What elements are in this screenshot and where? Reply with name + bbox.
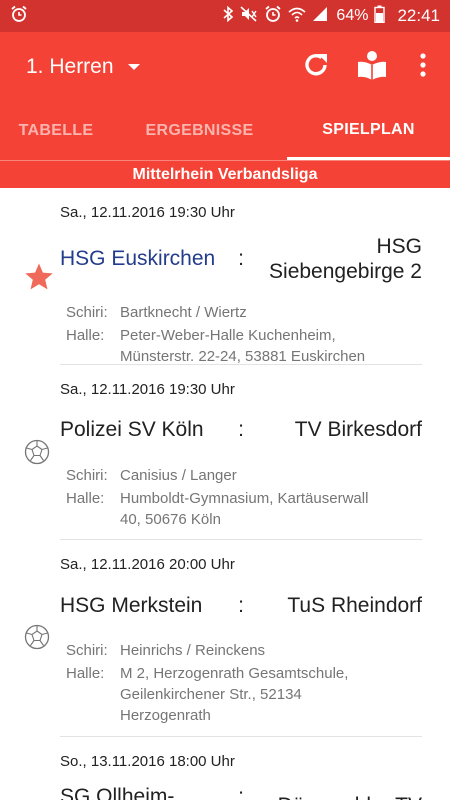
status-bar: 64% 22:41 xyxy=(0,0,450,32)
match-date: Sa., 12.11.2016 20:00 Uhr xyxy=(60,556,235,573)
tab-spielplan[interactable]: SPIELPLAN xyxy=(287,102,450,160)
score-separator: : xyxy=(238,247,244,270)
match-date: Sa., 12.11.2016 19:30 Uhr xyxy=(60,381,235,398)
referee-row: Schiri: Canisius / Langer xyxy=(60,465,422,486)
refresh-button[interactable] xyxy=(288,39,344,95)
more-options-button[interactable] xyxy=(400,39,446,95)
refresh-icon xyxy=(301,50,331,85)
match-item[interactable]: Sa., 12.11.2016 19:30 Uhr HSG Euskirchen… xyxy=(25,188,422,367)
score-separator: : xyxy=(238,785,244,800)
star-icon[interactable] xyxy=(24,262,54,297)
hall-address: Humboldt-Gymnasium, Kartäuserwall 40, 50… xyxy=(120,490,369,528)
hall-address: M 2, Herzogenrath Gesamtschule, Geilenki… xyxy=(120,665,349,724)
battery-icon xyxy=(374,5,386,27)
referee-label: Schiri: xyxy=(66,304,108,321)
alarm-icon xyxy=(10,5,28,27)
app-bar: 1. Herren xyxy=(0,32,450,102)
team-name: 1. Herren xyxy=(26,55,114,78)
away-team: HSG Siebengebirge 2 xyxy=(256,234,422,284)
tab-bar: TABELLE ERGEBNISSE SPIELPLAN xyxy=(0,102,450,160)
match-date: So., 13.11.2016 18:00 Uhr xyxy=(60,753,235,770)
match-list[interactable]: Sa., 12.11.2016 19:30 Uhr HSG Euskirchen… xyxy=(0,188,450,800)
home-team: HSG Merkstein xyxy=(60,594,203,617)
away-team: TV Birkesdorf xyxy=(294,418,422,441)
bluetooth-icon xyxy=(222,5,234,27)
hall-row: Halle: Humboldt-Gymnasium, Kartäuserwall… xyxy=(60,488,422,530)
battery-percentage: 64% xyxy=(336,7,369,24)
team-selector[interactable]: 1. Herren xyxy=(26,55,140,79)
match-item[interactable]: Sa., 12.11.2016 19:30 Uhr Polizei SV Köl… xyxy=(24,365,422,540)
home-team: Polizei SV Köln xyxy=(60,418,204,441)
referee-label: Schiri: xyxy=(66,467,108,484)
away-team: Dünnwalder TV xyxy=(256,776,422,800)
away-team-line2: Siebengebirge 2 xyxy=(269,260,422,283)
away-team: TuS Rheindorf xyxy=(287,594,422,617)
away-team-line1: HSG xyxy=(376,235,422,258)
referee-label: Schiri: xyxy=(66,642,108,659)
home-team: SG Ollheim- xyxy=(60,785,175,800)
league-header: Mittelrhein Verbandsliga xyxy=(0,160,450,188)
match-item[interactable]: Sa., 12.11.2016 20:00 Uhr HSG Merkstein … xyxy=(24,540,422,737)
hall-row: Halle: M 2, Herzogenrath Gesamtschule, G… xyxy=(60,663,422,726)
referee-names: Bartknecht / Wiertz xyxy=(120,304,247,321)
hall-label: Halle: xyxy=(66,665,105,682)
score-separator: : xyxy=(238,594,244,617)
referee-row: Schiri: Heinrichs / Reinckens xyxy=(60,640,422,661)
score-separator: : xyxy=(238,418,244,441)
handball-icon[interactable] xyxy=(24,624,50,655)
more-vert-icon xyxy=(420,52,426,82)
handball-icon[interactable] xyxy=(24,439,50,470)
alarm-clock-icon xyxy=(264,5,282,27)
hall-row: Halle: Peter-Weber-Halle Kuchenheim, Mün… xyxy=(60,325,422,367)
referee-row: Schiri: Bartknecht / Wiertz xyxy=(60,302,422,323)
mute-icon xyxy=(240,5,258,27)
hall-label: Halle: xyxy=(66,490,105,507)
clock: 22:41 xyxy=(397,6,440,25)
home-team: HSG Euskirchen xyxy=(60,247,216,270)
dropdown-caret-icon xyxy=(127,64,140,70)
hall-address: Peter-Weber-Halle Kuchenheim, Münsterstr… xyxy=(120,327,366,365)
hall-label: Halle: xyxy=(66,327,105,344)
reader-icon xyxy=(356,49,388,86)
reader-button[interactable] xyxy=(344,39,400,95)
wifi-icon xyxy=(288,5,306,27)
referee-names: Heinrichs / Reinckens xyxy=(120,642,266,659)
tab-tabelle[interactable]: TABELLE xyxy=(0,102,112,160)
match-item[interactable]: So., 13.11.2016 18:00 Uhr SG Ollheim- : … xyxy=(60,737,422,800)
tab-ergebnisse[interactable]: ERGEBNISSE xyxy=(112,102,287,160)
signal-icon xyxy=(312,5,328,27)
match-date: Sa., 12.11.2016 19:30 Uhr xyxy=(60,204,235,221)
referee-names: Canisius / Langer xyxy=(120,467,237,484)
